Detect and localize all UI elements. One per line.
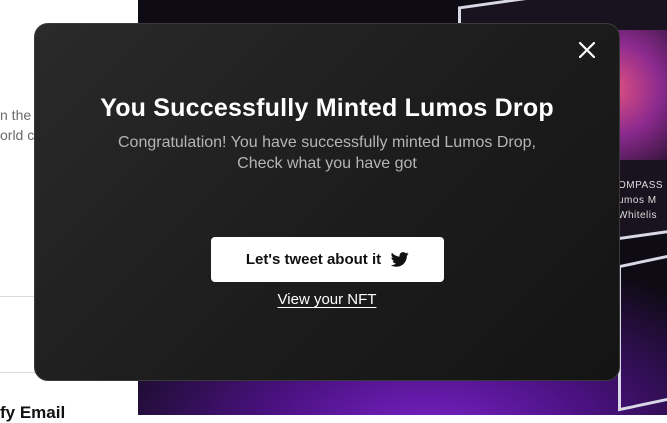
background-heading-fragment: fy Email: [0, 403, 66, 422]
close-button[interactable]: [575, 38, 599, 62]
view-nft-link[interactable]: View your NFT: [35, 291, 619, 308]
tweet-button[interactable]: Let's tweet about it: [211, 237, 444, 282]
close-icon: [578, 41, 596, 59]
modal-title: You Successfully Minted Lumos Drop: [100, 94, 554, 122]
mint-success-modal: You Successfully Minted Lumos Drop Congr…: [34, 23, 620, 381]
nft-card-text: OMPASS: [618, 180, 664, 191]
twitter-bird-icon: [391, 252, 409, 267]
tweet-button-label: Let's tweet about it: [245, 251, 382, 268]
modal-subtitle-line: Congratulation! You have successfully mi…: [117, 134, 536, 151]
nft-card-frame: [618, 238, 667, 412]
modal-subtitle-line: Check what you have got: [237, 155, 417, 172]
modal-subtitle: Congratulation! You have successfully mi…: [95, 132, 559, 174]
nft-card-text: umos M: [618, 195, 657, 206]
background-text-fragment: orld c: [0, 127, 35, 143]
nft-card-text: Whitelis: [618, 210, 658, 221]
